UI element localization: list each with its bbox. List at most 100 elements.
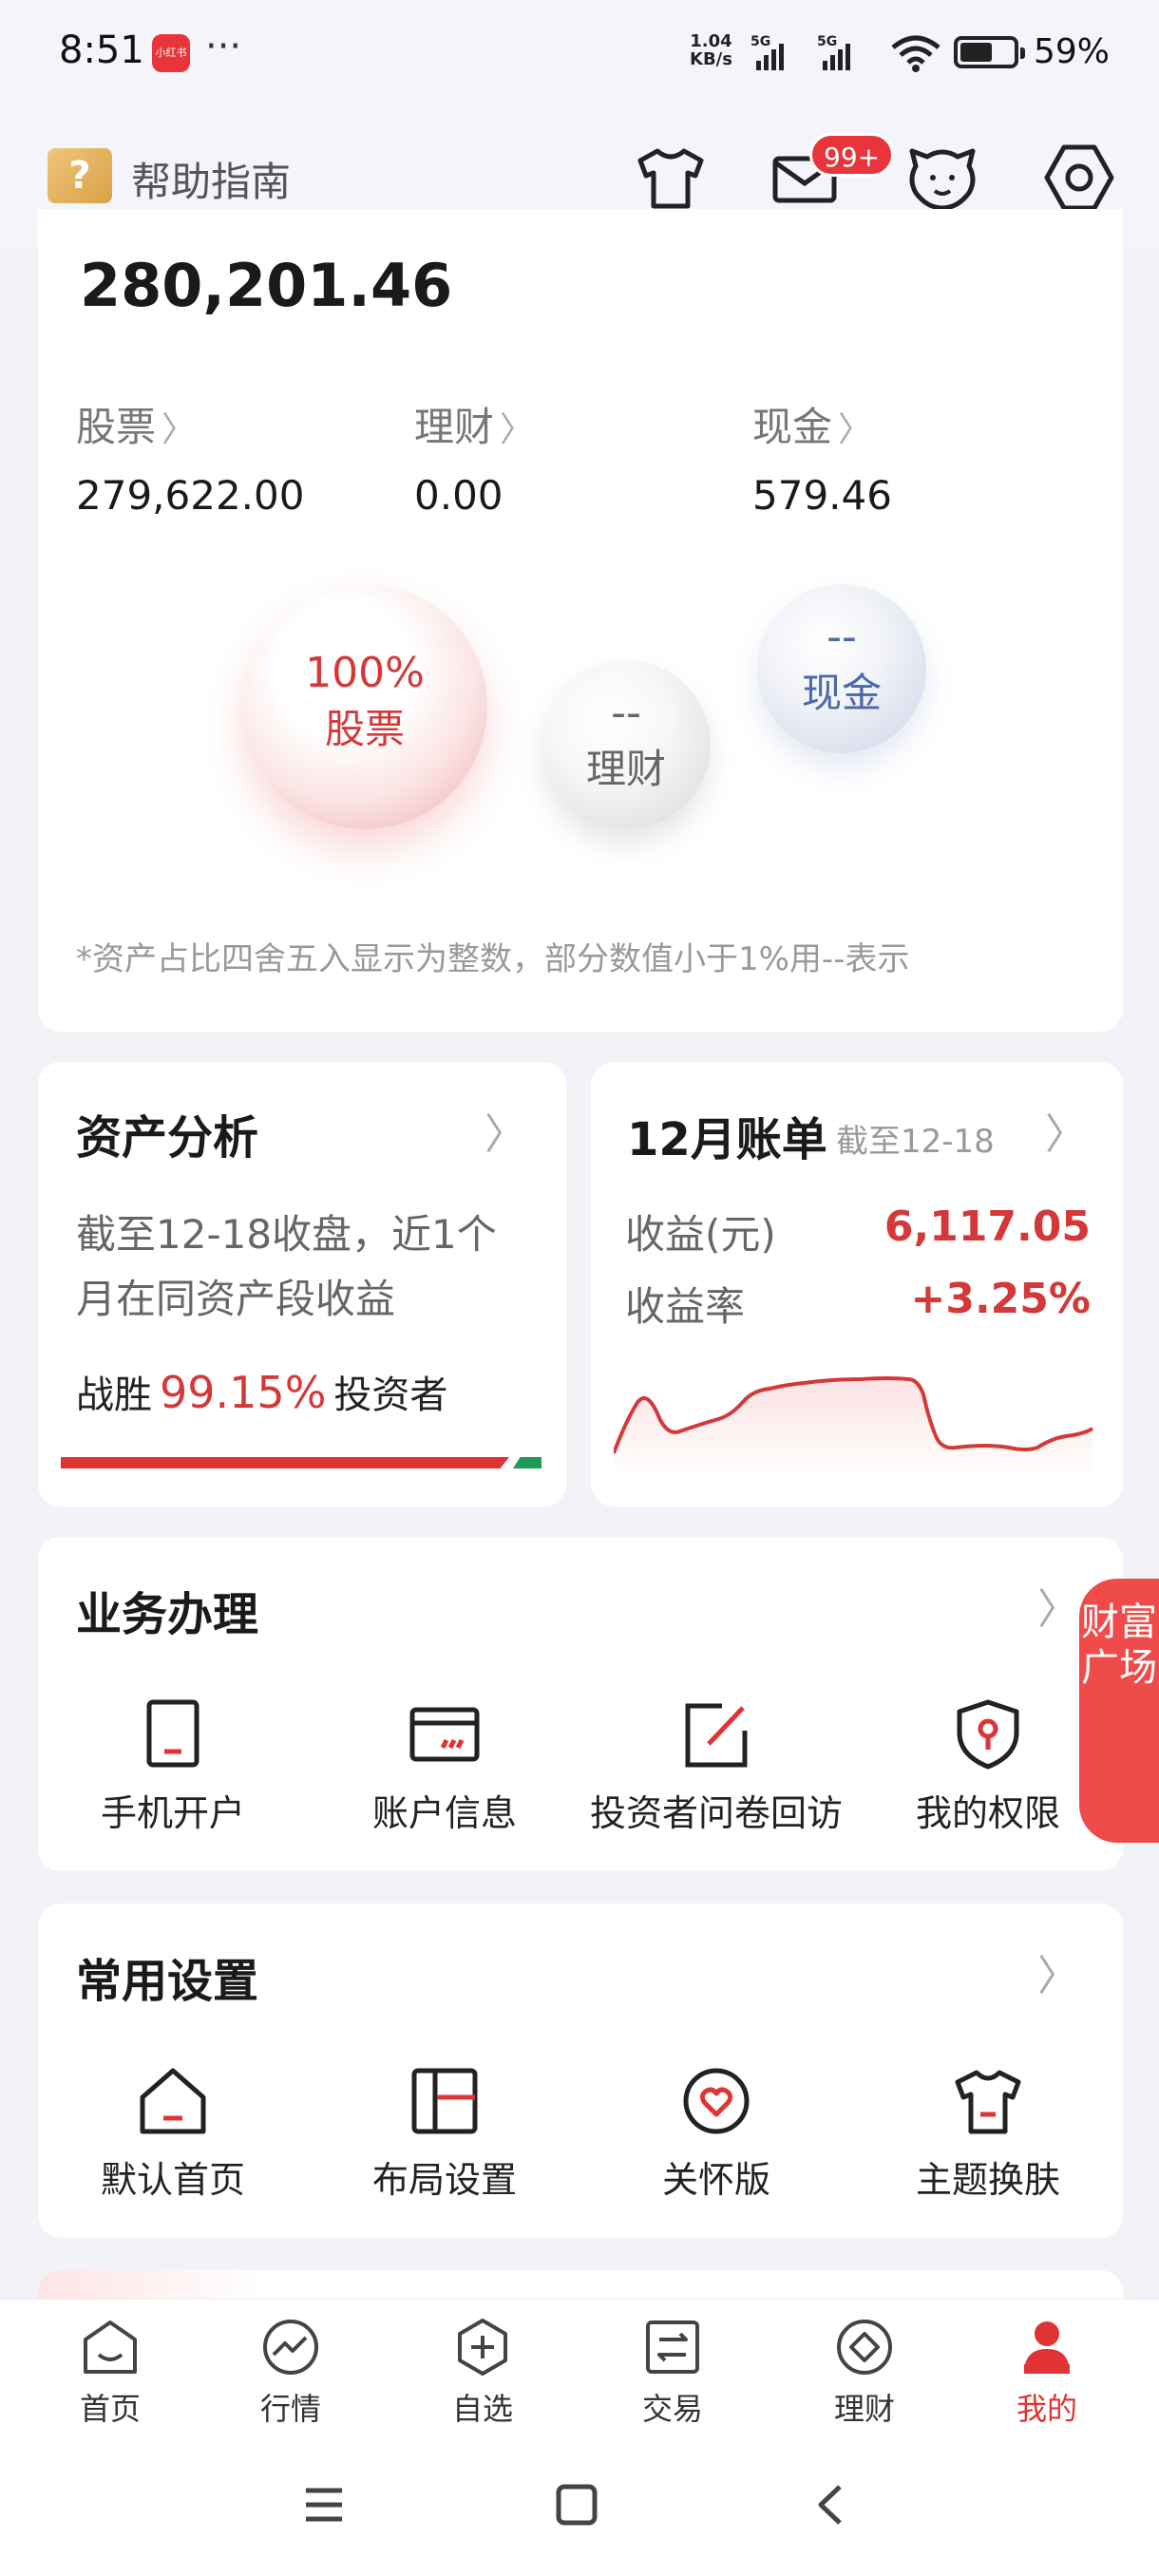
help-guide-link[interactable]: 帮助指南	[131, 150, 291, 208]
beat-prefix: 战胜	[76, 1373, 152, 1417]
heart-icon	[683, 2068, 750, 2134]
beat-investors: 战胜 99.15% 投资者	[76, 1364, 447, 1419]
care-mode-label: 关怀版	[661, 2159, 770, 2201]
asset-finance-label: 理财	[414, 404, 495, 450]
card-icon	[409, 1707, 480, 1762]
status-bar: 8:51 小红书 ··· 1.04 KB/s 5G 5G 59%	[0, 0, 1159, 104]
tab-home[interactable]: 首页	[34, 2317, 186, 2429]
chevron-right-icon[interactable]: 〉	[1037, 1941, 1079, 2002]
tab-finance[interactable]: 理财	[788, 2317, 940, 2429]
wealth-square-tab[interactable]: 财富广场	[1079, 1579, 1159, 1843]
home-icon	[140, 2068, 206, 2134]
theme-skin-label: 主题换肤	[915, 2159, 1060, 2201]
tab-market-label: 行情	[259, 2391, 321, 2427]
system-nav-bar	[0, 2441, 1159, 2576]
tab-trade[interactable]: 交易	[597, 2317, 749, 2429]
status-time: 8:51	[59, 28, 144, 72]
bill-income-row: 收益(元) 6,117.05	[625, 1203, 1091, 1260]
network-speed-unit: KB/s	[690, 49, 732, 69]
chevron-right-icon: 〉	[1045, 1110, 1087, 1159]
signal-icon: 5G	[750, 34, 788, 70]
stock-ratio-bubble: 100% 股票	[242, 584, 487, 829]
settings-icon[interactable]	[1039, 138, 1119, 218]
watchlist-tab-icon	[458, 2319, 507, 2376]
tshirt-icon[interactable]	[631, 138, 711, 218]
theme-skin-item[interactable]: 主题换肤	[846, 2065, 1130, 2203]
battery-icon	[954, 36, 1025, 68]
bill-income-label: 收益(元)	[625, 1211, 776, 1258]
tab-mine[interactable]: 我的	[971, 2317, 1123, 2429]
signal-icon: 5G	[817, 34, 855, 70]
asset-cash-value: 579.46	[752, 472, 892, 519]
account-info-item[interactable]: 账户信息	[302, 1698, 587, 1836]
chevron-right-icon: 〉	[162, 410, 197, 449]
phone-account-icon	[146, 1699, 200, 1768]
survey-label: 投资者问卷回访	[589, 1792, 843, 1834]
cash-ratio-label: 现金	[801, 670, 882, 716]
layout-settings-item[interactable]: 布局设置	[302, 2065, 587, 2203]
default-home-item[interactable]: 默认首页	[30, 2065, 315, 2203]
shield-key-icon	[957, 1699, 1019, 1770]
market-tab-icon	[263, 2320, 318, 2375]
asset-analysis-desc: 截至12-18收盘，近1个月在同资产段收益	[76, 1211, 497, 1322]
asset-cash[interactable]: 现金〉 579.46	[752, 395, 892, 519]
business-card: 业务办理 〉 手机开户 账户信息 投资者问卷回访 我的权限	[38, 1537, 1123, 1871]
chevron-right-icon: 〉	[838, 410, 873, 449]
tab-watchlist-label: 自选	[451, 2391, 513, 2427]
back-icon[interactable]	[809, 2483, 853, 2527]
more-notifications-icon: ···	[205, 25, 242, 68]
survey-item[interactable]: 投资者问卷回访	[574, 1698, 859, 1836]
tab-watchlist[interactable]: 自选	[407, 2317, 559, 2429]
help-book-icon[interactable]: ?	[48, 148, 112, 203]
ratio-note: *资产占比四舍五入显示为整数，部分数值小于1%用--表示	[76, 940, 910, 978]
business-title: 业务办理	[76, 1588, 259, 1641]
chevron-right-icon: 〉	[484, 1110, 526, 1159]
beat-percent: 99.15%	[160, 1367, 327, 1418]
trade-tab-icon	[646, 2320, 699, 2374]
cash-ratio-value: --	[826, 613, 857, 661]
tab-market[interactable]: 行情	[215, 2317, 367, 2429]
bottom-tab-bar: 首页 行情 自选 交易 理财 我的	[0, 2299, 1159, 2441]
monthly-bill-card[interactable]: 12月账单 截至12-18 〉 收益(元) 6,117.05 收益率 +3.25…	[591, 1062, 1123, 1506]
bill-date: 截至12-18	[836, 1123, 995, 1161]
asset-analysis-card[interactable]: 资产分析 〉 截至12-18收盘，近1个月在同资产段收益 战胜 99.15% 投资者	[38, 1062, 566, 1506]
tab-trade-label: 交易	[641, 2391, 703, 2427]
stock-ratio-value: 100%	[305, 649, 425, 697]
asset-stock-value: 279,622.00	[76, 472, 305, 519]
layout-settings-label: 布局设置	[371, 2159, 517, 2201]
beat-progress-bar	[61, 1457, 509, 1468]
asset-finance[interactable]: 理财〉 0.00	[414, 395, 534, 519]
app-notification-icon: 小红书	[152, 34, 190, 72]
finance-ratio-bubble: -- 理财	[542, 660, 711, 829]
chevron-right-icon[interactable]: 〉	[1037, 1575, 1079, 1636]
mascot-icon[interactable]	[902, 138, 982, 218]
mail-badge: 99+	[809, 133, 895, 177]
asset-finance-value: 0.00	[414, 472, 504, 519]
tab-home-label: 首页	[79, 2391, 141, 2427]
beat-suffix: 投资者	[333, 1373, 448, 1417]
signal-type-1: 5G	[750, 34, 771, 49]
network-speed: 1.04 KB/s	[690, 32, 732, 68]
asset-stock[interactable]: 股票〉 279,622.00	[76, 395, 304, 519]
home-square-icon[interactable]	[555, 2483, 598, 2527]
network-speed-value: 1.04	[690, 31, 732, 51]
stock-ratio-label: 股票	[324, 706, 405, 752]
profile-tab-icon	[1024, 2321, 1070, 2374]
bill-income-value: 6,117.05	[884, 1203, 1091, 1251]
finance-ratio-label: 理财	[585, 746, 666, 792]
cash-ratio-bubble: -- 现金	[757, 584, 926, 753]
total-assets-card: 280,201.46 股票〉 279,622.00 理财〉 0.00 现金〉 5…	[38, 209, 1123, 1032]
menu-icon[interactable]	[302, 2483, 346, 2527]
bill-rate-value: +3.25%	[910, 1275, 1091, 1323]
finance-ratio-value: --	[611, 689, 641, 737]
signal-type-2: 5G	[817, 34, 838, 49]
total-assets-value: 280,201.46	[80, 251, 453, 320]
tab-finance-label: 理财	[833, 2391, 895, 2427]
phone-account-item[interactable]: 手机开户	[30, 1698, 315, 1836]
phone-account-label: 手机开户	[100, 1792, 245, 1834]
care-mode-item[interactable]: 关怀版	[574, 2065, 859, 2203]
finance-tab-icon	[837, 2320, 892, 2375]
beat-remainder-bar	[513, 1457, 542, 1468]
settings-title: 常用设置	[76, 1955, 259, 2008]
default-home-label: 默认首页	[100, 2159, 245, 2201]
